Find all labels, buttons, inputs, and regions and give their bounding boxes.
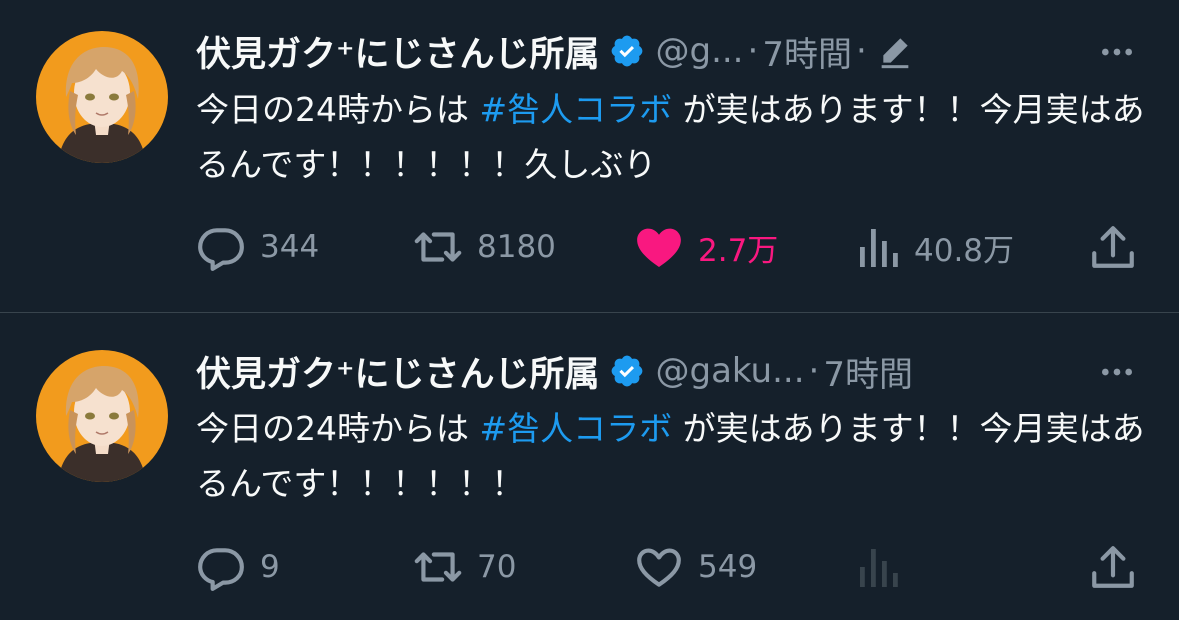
reply-count: 344 — [260, 229, 320, 265]
retweet-button[interactable]: 8180 — [413, 222, 556, 272]
heart-icon — [637, 548, 681, 587]
timestamp[interactable]: 7時間 — [823, 347, 913, 396]
timestamp[interactable]: 7時間 — [762, 27, 852, 76]
bar-chart-icon — [860, 229, 898, 267]
tweet-actions: 9 70 549 — [196, 542, 1146, 592]
retweet-button[interactable]: 70 — [413, 542, 516, 592]
separator-dot: · — [808, 351, 820, 391]
verified-badge-icon — [612, 355, 643, 387]
like-count: 2.7万 — [698, 232, 779, 269]
separator-dot: · — [747, 31, 759, 71]
tweet-header: 伏見ガク⁺にじさんじ所属 @gaku... · 7時間 — [196, 346, 1139, 396]
display-name[interactable]: 伏見ガク⁺にじさんじ所属 — [196, 346, 599, 397]
views-button — [856, 542, 900, 592]
tweet[interactable]: 伏見ガク⁺にじさんじ所属 @gaku... · 7時間 今日の24時からは #咎… — [0, 313, 1179, 620]
handle[interactable]: @gaku... — [655, 351, 804, 391]
tweet-text-before: 今日の24時からは — [196, 409, 480, 448]
tweet-text-before: 今日の24時からは — [196, 90, 480, 129]
like-count: 549 — [698, 549, 758, 585]
tweet[interactable]: 伏見ガク⁺にじさんじ所属 @g... · 7時間 · 今日の24時からは #咎人… — [0, 0, 1179, 312]
like-button[interactable]: 549 — [634, 542, 757, 592]
share-button[interactable] — [1088, 542, 1138, 592]
hashtag-link[interactable]: #咎人コラボ — [479, 90, 672, 129]
handle[interactable]: @g... — [655, 31, 743, 71]
share-upload-icon — [1092, 546, 1134, 588]
verified-badge-icon — [612, 35, 643, 67]
tweet-text: 今日の24時からは #咎人コラボ が実はあります！！今月実はあるんです！！！！！… — [196, 82, 1156, 192]
reply-bubble-icon — [198, 548, 244, 591]
pencil-edit-icon[interactable] — [875, 31, 915, 71]
reply-count: 9 — [260, 549, 280, 585]
views-count: 40.8万 — [914, 232, 1015, 269]
tweet-actions: 344 8180 2.7万 40.8万 — [196, 222, 1146, 272]
like-button[interactable]: 2.7万 — [634, 222, 778, 272]
bar-chart-icon — [860, 549, 898, 587]
tweet-text: 今日の24時からは #咎人コラボ が実はあります！！今月実はあるんです！！！！！… — [196, 401, 1156, 511]
heart-icon — [637, 228, 681, 267]
reply-bubble-icon — [198, 228, 244, 271]
avatar-image — [36, 31, 168, 163]
more-horizontal-icon[interactable] — [1097, 352, 1137, 392]
views-button[interactable]: 40.8万 — [856, 222, 1014, 272]
hashtag-link[interactable]: #咎人コラボ — [479, 409, 672, 448]
share-upload-icon — [1092, 226, 1134, 268]
retweet-icon — [414, 232, 462, 262]
display-name[interactable]: 伏見ガク⁺にじさんじ所属 — [196, 26, 599, 77]
tweet-header: 伏見ガク⁺にじさんじ所属 @g... · 7時間 · — [196, 26, 1139, 76]
reply-button[interactable]: 9 — [196, 542, 280, 592]
reply-button[interactable]: 344 — [196, 222, 319, 272]
more-horizontal-icon[interactable] — [1097, 32, 1137, 72]
separator-dot: · — [855, 31, 867, 71]
retweet-count: 70 — [477, 549, 517, 585]
retweet-count: 8180 — [477, 229, 556, 265]
avatar-image — [36, 350, 168, 482]
retweet-icon — [414, 552, 462, 582]
avatar[interactable] — [36, 350, 168, 482]
share-button[interactable] — [1088, 222, 1138, 272]
avatar[interactable] — [36, 31, 168, 163]
